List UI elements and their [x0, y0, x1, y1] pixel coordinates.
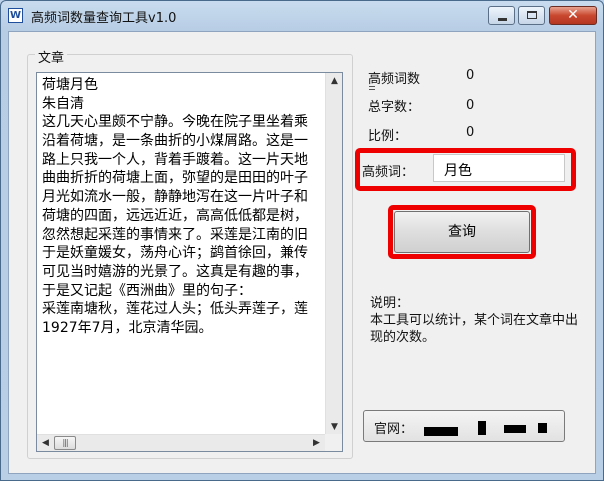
article-line: 月光如流水一般，静静地泻在这一片叶子和 — [42, 189, 308, 206]
button-highlight-box — [388, 205, 536, 259]
description-title: 说明： — [370, 296, 410, 311]
article-line: 忽然想起采莲的事情来了。采莲是江南的旧 — [42, 226, 308, 243]
description-body: 本工具可以统计，某个词在文章中出现的次数。 — [370, 313, 579, 345]
article-line: 荷塘月色 — [42, 77, 98, 93]
label-underline — [369, 86, 375, 90]
article-line: 沿着荷塘，是一条曲折的小煤屑路。这是一 — [42, 133, 308, 150]
article-line: 采莲南塘秋，莲花过人头；低头弄莲子，莲 — [42, 301, 308, 318]
scroll-right-icon[interactable]: ▶ — [308, 435, 325, 451]
article-group-label: 文章 — [35, 47, 68, 66]
maximize-button[interactable] — [518, 6, 545, 25]
maximize-icon — [527, 11, 537, 19]
close-button[interactable]: ✕ — [549, 6, 597, 25]
high-freq-count-label: 高频词数 — [368, 72, 421, 87]
article-line: 路上只我一个人，背着手踱着。这一片天地 — [42, 151, 308, 168]
high-freq-count-value: 0 — [466, 68, 475, 83]
horizontal-scrollbar[interactable]: ◀ ||| ▶ — [37, 434, 325, 451]
redaction-mark — [538, 423, 547, 433]
article-text: 荷塘月色朱自清这几天心里颇不宁静。今晚在院子里坐着乘 沿着荷塘，是一条曲折的小煤屑… — [42, 76, 322, 338]
scroll-left-icon[interactable]: ◀ — [37, 435, 54, 451]
website-box[interactable]: 官网： — [363, 410, 565, 442]
description: 说明： 本工具可以统计，某个词在文章中出现的次数。 — [370, 295, 590, 346]
scroll-up-icon[interactable]: ▲ — [326, 73, 342, 90]
article-line: 于是又记起《西洲曲》里的句子： — [42, 282, 252, 299]
article-line: 1927年7月，北京清华园。 — [42, 319, 213, 336]
article-line: 这几天心里颇不宁静。今晚在院子里坐着乘 — [42, 114, 308, 131]
ratio-value: 0 — [466, 125, 475, 140]
redaction-mark — [478, 421, 486, 435]
ratio-label: 比例： — [368, 129, 408, 144]
minimize-icon — [498, 18, 507, 21]
total-chars-value: 0 — [466, 98, 475, 113]
vertical-scrollbar[interactable]: ▲ ▼ — [325, 73, 342, 436]
website-label: 官网： — [374, 422, 414, 437]
input-highlight-box — [355, 148, 576, 191]
window-title: 高频词数量查询工具v1.0 — [31, 11, 177, 26]
article-line: 曲曲折折的荷塘上面，弥望的是田田的叶子 — [42, 170, 308, 187]
scrollbar-corner — [325, 434, 342, 451]
total-chars-label: 总字数： — [368, 100, 421, 115]
close-icon: ✕ — [567, 7, 579, 23]
article-line: 荷塘的四面，远远近近，高高低低都是树， — [42, 207, 308, 224]
app-icon[interactable]: W — [8, 8, 23, 23]
article-textarea[interactable]: 荷塘月色朱自清这几天心里颇不宁静。今晚在院子里坐着乘 沿着荷塘，是一条曲折的小煤屑… — [36, 72, 343, 452]
minimize-button[interactable] — [488, 6, 515, 25]
article-line: 可见当时嬉游的光景了。这真是有趣的事， — [42, 263, 308, 280]
app-window: W 高频词数量查询工具v1.0 ✕ 文章 荷塘月色朱自清这几天心里颇不宁静。今晚… — [0, 0, 604, 481]
article-line: 朱自清 — [42, 95, 84, 112]
article-line: 于是妖童媛女，荡舟心许；鹢首徐回，兼传 — [42, 245, 308, 262]
redaction-mark — [424, 427, 458, 436]
redaction-mark — [504, 425, 526, 433]
horizontal-scroll-thumb[interactable]: ||| — [54, 436, 76, 450]
title-bar[interactable]: W 高频词数量查询工具v1.0 ✕ — [1, 1, 603, 31]
